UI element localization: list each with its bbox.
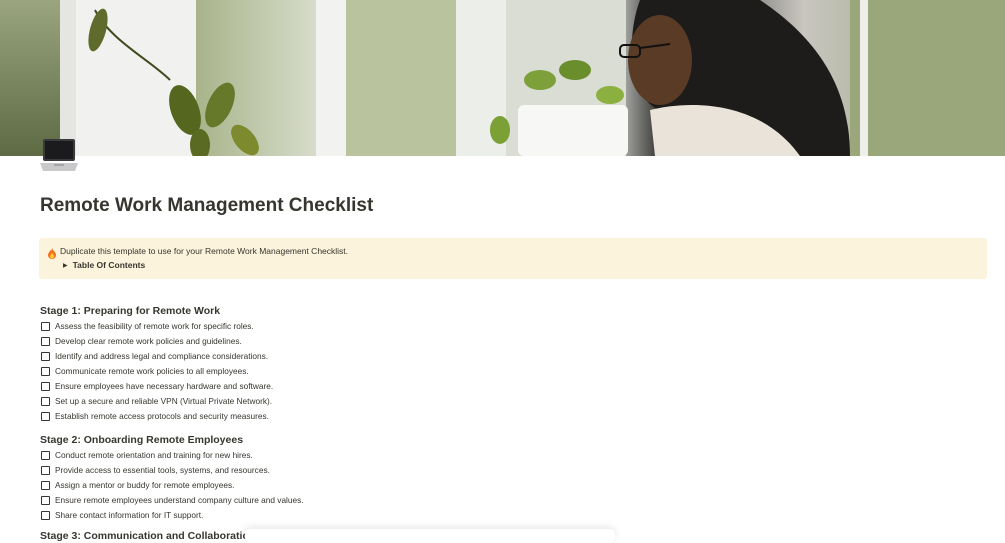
todo-label: Provide access to essential tools, syste…: [55, 465, 270, 475]
todo-item[interactable]: Ensure remote employees understand compa…: [41, 494, 304, 506]
floating-panel: [245, 529, 615, 543]
todo-label: Set up a secure and reliable VPN (Virtua…: [55, 396, 273, 406]
todo-item[interactable]: Conduct remote orientation and training …: [41, 449, 253, 461]
todo-item[interactable]: Provide access to essential tools, syste…: [41, 464, 270, 476]
section-heading-stage-3: Stage 3: Communication and Collaboration: [40, 530, 256, 542]
fire-icon: [47, 246, 57, 259]
todo-label: Share contact information for IT support…: [55, 510, 204, 520]
todo-item[interactable]: Ensure employees have necessary hardware…: [41, 380, 273, 392]
callout-block: Duplicate this template to use for your …: [39, 238, 987, 279]
section-heading-stage-1: Stage 1: Preparing for Remote Work: [40, 305, 221, 317]
toggle-label: Table Of Contents: [72, 260, 146, 270]
todo-item[interactable]: Set up a secure and reliable VPN (Virtua…: [41, 395, 272, 407]
todo-label: Assess the feasibility of remote work fo…: [55, 321, 254, 331]
checkbox[interactable]: [41, 336, 50, 346]
checkbox[interactable]: [41, 381, 50, 391]
todo-item[interactable]: Identify and address legal and complianc…: [41, 350, 268, 362]
checkbox[interactable]: [41, 480, 50, 490]
todo-label: Communicate remote work policies to all …: [55, 366, 249, 376]
checkbox[interactable]: [41, 450, 50, 460]
todo-label: Assign a mentor or buddy for remote empl…: [55, 480, 235, 490]
todo-item[interactable]: Share contact information for IT support…: [41, 509, 203, 521]
todo-label: Develop clear remote work policies and g…: [55, 336, 242, 346]
triangle-right-icon: ▶: [63, 262, 68, 269]
checkbox[interactable]: [41, 465, 50, 475]
todo-label: Ensure remote employees understand compa…: [55, 495, 304, 505]
todo-label: Conduct remote orientation and training …: [55, 450, 253, 460]
checkbox[interactable]: [41, 366, 50, 376]
todo-item[interactable]: Assess the feasibility of remote work fo…: [41, 320, 254, 332]
page-title[interactable]: Remote Work Management Checklist: [40, 195, 373, 217]
todo-label: Establish remote access protocols and se…: [55, 411, 269, 421]
laptop-icon[interactable]: [40, 137, 78, 175]
todo-label: Ensure employees have necessary hardware…: [55, 381, 274, 391]
checkbox[interactable]: [41, 510, 50, 520]
todo-item[interactable]: Establish remote access protocols and se…: [41, 410, 269, 422]
toggle-table-of-contents[interactable]: ▶ Table Of Contents: [63, 260, 145, 270]
todo-label: Identify and address legal and complianc…: [55, 351, 269, 361]
page-cover-image[interactable]: [0, 0, 1005, 156]
cover-illustration: [0, 0, 1005, 156]
checkbox[interactable]: [41, 351, 50, 361]
callout-text: Duplicate this template to use for your …: [60, 246, 349, 256]
checkbox[interactable]: [41, 495, 50, 505]
todo-item[interactable]: Assign a mentor or buddy for remote empl…: [41, 479, 234, 491]
section-heading-stage-2: Stage 2: Onboarding Remote Employees: [40, 434, 244, 446]
todo-item[interactable]: Develop clear remote work policies and g…: [41, 335, 242, 347]
checkbox[interactable]: [41, 396, 50, 406]
checkbox[interactable]: [41, 321, 50, 331]
checkbox[interactable]: [41, 411, 50, 421]
todo-item[interactable]: Communicate remote work policies to all …: [41, 365, 249, 377]
